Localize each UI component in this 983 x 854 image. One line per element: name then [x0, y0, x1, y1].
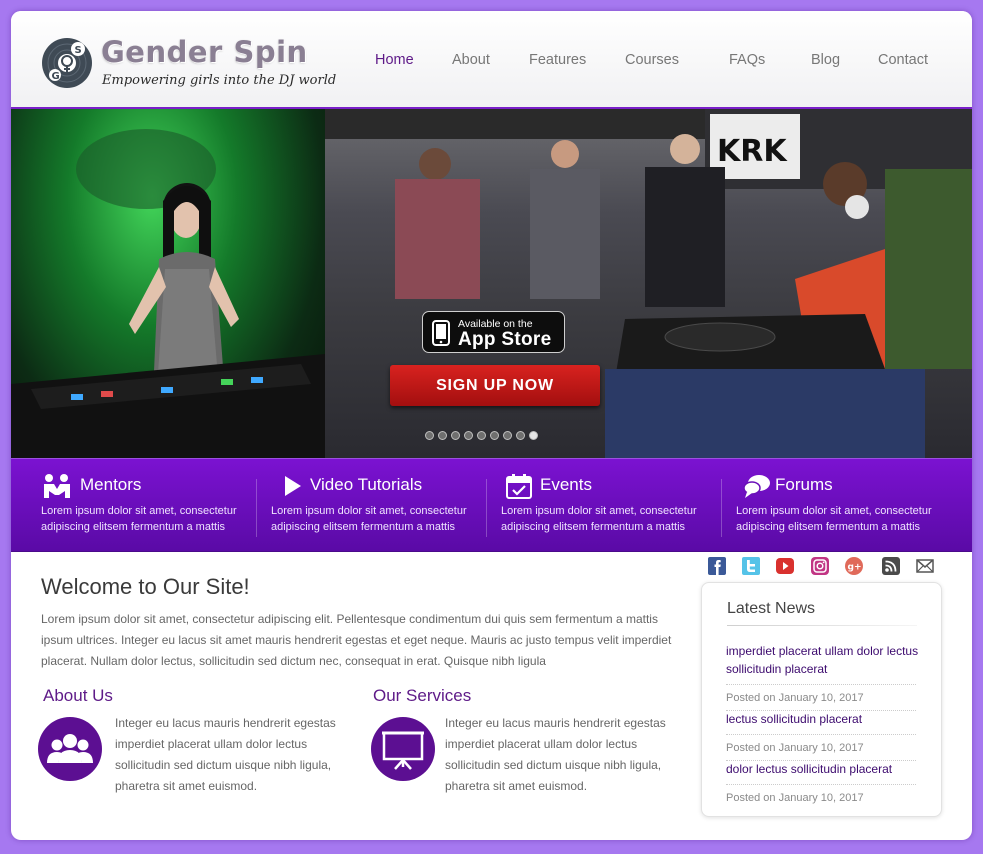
nav-item-about[interactable]: About — [452, 52, 490, 68]
news-divider — [726, 734, 916, 735]
feature-divider — [486, 479, 487, 537]
news-item: lectus sollicitudin placerat Posted on J… — [726, 710, 921, 761]
app-store-button[interactable]: Available on the App Store — [422, 311, 565, 353]
email-icon[interactable] — [916, 557, 934, 575]
feature-title-events: Events — [540, 475, 592, 494]
news-item-date: Posted on January 10, 2017 — [726, 742, 864, 754]
feature-desc-mentors: Lorem ipsum dolor sit amet, consectetur … — [41, 505, 237, 533]
about-icon-badge — [38, 717, 102, 781]
news-divider — [726, 684, 916, 685]
feature-mentors[interactable]: Mentors Lorem ipsum dolor sit amet, cons… — [41, 473, 258, 543]
feature-desc-events: Lorem ipsum dolor sit amet, consectetur … — [501, 505, 697, 533]
slider-dots — [425, 431, 538, 441]
page-frame: S G Gender Spin Empowering girls into th… — [11, 11, 972, 840]
mentors-icon — [44, 474, 70, 498]
slider-dot[interactable] — [477, 431, 486, 440]
latest-news-heading: Latest News — [727, 600, 816, 617]
feature-desc-forums: Lorem ipsum dolor sit amet, consectetur … — [736, 505, 932, 533]
feature-divider — [721, 479, 722, 537]
group-icon — [47, 734, 93, 763]
news-heading-divider — [727, 625, 917, 626]
services-icon-badge — [371, 717, 435, 781]
news-item-date: Posted on January 10, 2017 — [726, 692, 864, 704]
feature-title-mentors: Mentors — [80, 475, 142, 494]
news-item: dolor lectus sollicitudin placerat Poste… — [726, 760, 921, 804]
nav-item-courses[interactable]: Courses — [625, 52, 679, 68]
play-icon — [285, 476, 301, 496]
chat-bubble-icon — [743, 475, 770, 498]
feature-desc-video-tutorials: Lorem ipsum dolor sit amet, consectetur … — [271, 505, 467, 533]
feature-forums[interactable]: Forums Lorem ipsum dolor sit amet, conse… — [736, 473, 958, 543]
news-item-date: Posted on January 10, 2017 — [726, 792, 864, 804]
nav-item-blog[interactable]: Blog — [811, 52, 840, 68]
feature-events[interactable]: Events Lorem ipsum dolor sit amet, conse… — [501, 473, 721, 543]
services-heading[interactable]: Our Services — [373, 686, 471, 706]
news-item: imperdiet placerat ullam dolor lectus so… — [726, 642, 921, 711]
slider-dot[interactable] — [451, 431, 460, 440]
news-item-link[interactable]: dolor lectus sollicitudin placerat — [726, 760, 921, 778]
calendar-icon — [506, 474, 532, 499]
slider-dot[interactable] — [516, 431, 525, 440]
welcome-heading: Welcome to Our Site! — [41, 574, 250, 599]
instagram-icon[interactable] — [811, 557, 829, 575]
hero-banner: KRK Available on the App Store SIGN UP N… — [11, 109, 972, 458]
site-header: S G Gender Spin Empowering girls into th… — [11, 11, 972, 109]
nav-item-contact[interactable]: Contact — [878, 52, 928, 68]
feature-title-forums: Forums — [775, 475, 833, 494]
about-heading[interactable]: About Us — [43, 686, 113, 706]
news-item-link[interactable]: lectus sollicitudin placerat — [726, 710, 921, 728]
youtube-icon[interactable] — [776, 557, 794, 575]
services-text: Integer eu lacus mauris hendrerit egesta… — [445, 716, 666, 793]
google-plus-icon[interactable]: g+ — [845, 557, 863, 575]
phone-icon — [432, 320, 450, 346]
svg-text:G: G — [52, 71, 60, 82]
dj-woman-illustration — [11, 129, 325, 458]
nav-item-home[interactable]: Home — [375, 52, 414, 68]
brand-tagline: Empowering girls into the DJ world — [102, 73, 337, 88]
nav-item-faqs[interactable]: FAQs — [729, 52, 765, 68]
app-store-big-label: App Store — [458, 329, 552, 350]
slider-dot[interactable] — [438, 431, 447, 440]
feature-divider — [256, 479, 257, 537]
facebook-icon[interactable] — [708, 557, 726, 575]
nav-item-features[interactable]: Features — [529, 52, 586, 68]
news-item-link[interactable]: imperdiet placerat ullam dolor lectus so… — [726, 642, 921, 678]
news-divider — [726, 784, 916, 785]
svg-text:KRK: KRK — [717, 134, 788, 169]
feature-title-video-tutorials: Video Tutorials — [310, 475, 423, 494]
latest-news-panel: Latest News imperdiet placerat ullam dol… — [701, 582, 942, 817]
twitter-icon[interactable] — [742, 557, 760, 575]
slider-dot[interactable] — [425, 431, 434, 440]
feature-video-tutorials[interactable]: Video Tutorials Lorem ipsum dolor sit am… — [271, 473, 498, 543]
hero-photo-dj-club — [11, 109, 325, 458]
social-links: g+ — [11, 557, 972, 577]
slider-dot[interactable] — [490, 431, 499, 440]
about-text: Integer eu lacus mauris hendrerit egesta… — [115, 716, 336, 793]
presentation-icon — [382, 731, 424, 770]
main-nav: Home About Features Courses FAQs Blog Co… — [11, 52, 972, 72]
welcome-paragraph: Lorem ipsum dolor sit amet, consectetur … — [41, 612, 672, 668]
svg-text:g+: g+ — [848, 563, 862, 573]
rss-icon[interactable] — [882, 557, 900, 575]
feature-band: Mentors Lorem ipsum dolor sit amet, cons… — [11, 458, 972, 552]
slider-dot[interactable] — [464, 431, 473, 440]
slider-dot[interactable] — [529, 431, 538, 440]
slider-dot[interactable] — [503, 431, 512, 440]
sign-up-button[interactable]: SIGN UP NOW — [390, 365, 600, 406]
